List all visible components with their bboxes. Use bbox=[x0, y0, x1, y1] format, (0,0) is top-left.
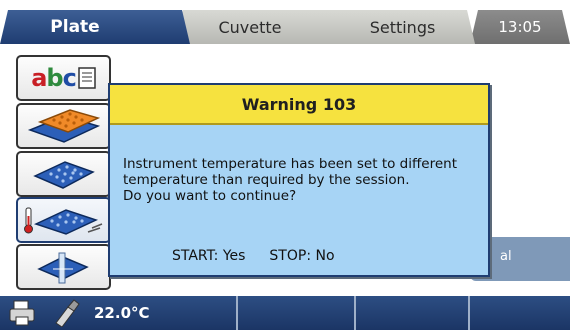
status-slot-1[interactable] bbox=[236, 296, 356, 330]
tab-cuvette[interactable]: Cuvette bbox=[175, 10, 365, 44]
status-slot-3[interactable] bbox=[468, 296, 570, 330]
abc-icon: abc bbox=[31, 64, 77, 92]
printer-icon bbox=[9, 300, 35, 326]
sidebar-item-abc[interactable]: abc bbox=[16, 55, 111, 101]
clock-text: 13:05 bbox=[498, 18, 542, 36]
notepad-icon bbox=[78, 67, 96, 89]
microplate-icon bbox=[32, 161, 95, 189]
tab-cuvette-label: Cuvette bbox=[218, 17, 282, 37]
clock-display: 13:05 bbox=[470, 10, 570, 44]
shake-plate-icon bbox=[36, 252, 89, 284]
dialog-message-line: Instrument temperature has been set to d… bbox=[123, 156, 457, 172]
status-slot-2[interactable] bbox=[354, 296, 470, 330]
tab-plate[interactable]: Plate bbox=[0, 10, 190, 44]
dialog-message-line: temperature than required by the session… bbox=[123, 172, 410, 188]
tab-plate-label: Plate bbox=[50, 17, 100, 37]
dialog-message-line: Do you want to continue? bbox=[123, 188, 297, 204]
stop-no-option[interactable]: STOP: No bbox=[269, 248, 334, 264]
tab-settings-label: Settings bbox=[369, 17, 436, 37]
dialog-actions: START: Yes STOP: No bbox=[172, 248, 335, 264]
temperature-plate-icon bbox=[23, 207, 102, 235]
dialog-message: Instrument temperature has been set to d… bbox=[123, 156, 483, 204]
tab-bar: 13:05 Settings Cuvette Plate bbox=[0, 0, 570, 44]
sidebar-item-multi-plate[interactable] bbox=[16, 103, 111, 149]
usb-stick-icon bbox=[55, 299, 80, 327]
sidebar-item-microplate[interactable] bbox=[16, 151, 111, 197]
dialog-title: Warning 103 bbox=[110, 85, 488, 125]
warning-dialog: Warning 103 Instrument temperature has b… bbox=[108, 83, 490, 277]
multi-plate-icon bbox=[27, 109, 100, 143]
temperature-readout: 22.0°C bbox=[94, 304, 150, 322]
sidebar-item-shake-plate[interactable] bbox=[16, 244, 111, 290]
sidebar-item-temperature-plate[interactable] bbox=[16, 197, 111, 243]
right-panel-text: al bbox=[500, 249, 512, 264]
status-bar: 22.0°C bbox=[0, 296, 570, 330]
start-yes-option[interactable]: START: Yes bbox=[172, 248, 245, 264]
